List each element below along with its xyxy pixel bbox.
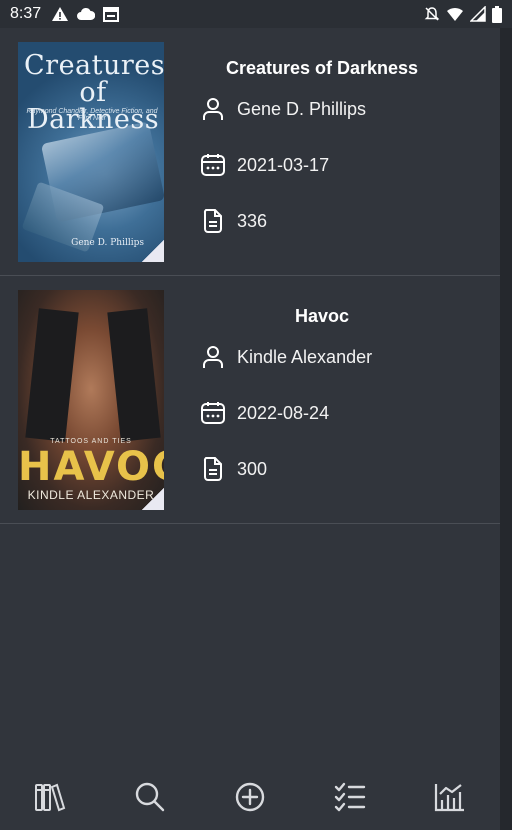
calendar-icon: [103, 6, 120, 22]
document-icon: [200, 208, 226, 234]
library-icon: [34, 782, 66, 817]
cover-author-text: Gene D. Phillips: [71, 238, 144, 248]
book-pages: 300: [237, 458, 268, 479]
author-row: Kindle Alexander: [200, 344, 372, 370]
person-icon: [200, 96, 226, 122]
book-date: 2021-03-17: [237, 154, 330, 175]
pages-row: 336: [200, 208, 267, 234]
cover-subtitle-text: Raymond Chandler, Detective Fiction, and…: [26, 108, 158, 122]
document-icon: [200, 456, 226, 482]
checklist-icon: [334, 782, 366, 817]
person-icon: [200, 344, 226, 370]
nav-statistics[interactable]: [420, 769, 480, 829]
book-author: Kindle Alexander: [237, 346, 373, 367]
calendar-icon: [200, 152, 226, 178]
notifications-off-icon: [424, 6, 440, 22]
nav-add[interactable]: [220, 769, 280, 829]
status-time: 8:37: [10, 5, 42, 22]
nav-checklist[interactable]: [320, 769, 380, 829]
date-row: 2022-08-24: [200, 400, 329, 426]
author-row: Gene D. Phillips: [200, 96, 366, 122]
warning-icon: [51, 6, 69, 22]
nav-library[interactable]: [20, 769, 80, 829]
book-cover[interactable]: Creatures of Darkness Raymond Chandler, …: [18, 42, 164, 262]
book-cover[interactable]: TATTOOS AND TIES HAVOC KINDLE ALEXANDER: [18, 290, 164, 510]
bottom-navigation: [0, 768, 500, 830]
wifi-icon: [446, 7, 464, 22]
book-list: Creatures of Darkness Raymond Chandler, …: [0, 28, 500, 524]
scrollbar-track: [500, 28, 512, 830]
book-pages: 336: [237, 210, 268, 231]
page-curl: [142, 240, 164, 262]
pages-row: 300: [200, 456, 267, 482]
battery-icon: [492, 5, 502, 23]
date-row: 2021-03-17: [200, 152, 329, 178]
nav-search[interactable]: [120, 769, 180, 829]
cover-title-text: HAVOC: [18, 444, 164, 490]
stats-icon: [434, 782, 466, 817]
calendar-icon: [200, 400, 226, 426]
cloud-icon: [77, 7, 96, 21]
book-title: Creatures of Darkness: [225, 58, 419, 78]
status-right-icons: [424, 5, 502, 23]
signal-icon: [470, 6, 486, 22]
add-circle-icon: [234, 781, 266, 818]
status-left-icons: [51, 6, 120, 22]
status-bar: 8:37: [0, 0, 512, 28]
search-icon: [134, 781, 166, 818]
book-list-item[interactable]: Creatures of Darkness Raymond Chandler, …: [0, 28, 500, 276]
book-list-item[interactable]: TATTOOS AND TIES HAVOC KINDLE ALEXANDER …: [0, 276, 500, 524]
book-title: Havoc: [294, 306, 350, 326]
book-date: 2022-08-24: [237, 402, 330, 423]
page-curl: [142, 488, 164, 510]
book-author: Gene D. Phillips: [237, 98, 367, 119]
